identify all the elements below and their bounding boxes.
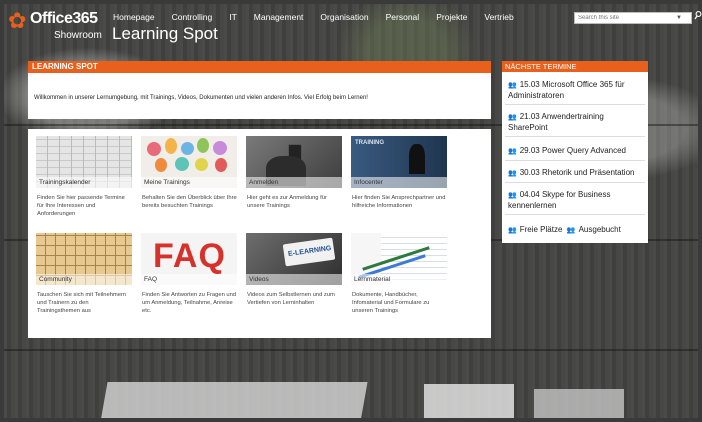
tile-label: Community: [36, 274, 132, 285]
tile-label: Infocenter: [351, 177, 447, 188]
tile-meine-trainings[interactable]: Meine Trainings Behalten Sie den Überbli…: [141, 136, 237, 210]
event-item[interactable]: 👥 29.03 Power Query Advanced: [505, 142, 645, 161]
tile-anmelden[interactable]: Anmelden Hier geht es zur Anmeldung für …: [246, 136, 342, 210]
tile-description: Videos zum Selbstlernen und zum Vertiefe…: [247, 292, 335, 306]
tile-description: Dokumente, Handbücher, Infomaterial und …: [352, 292, 430, 314]
tile-videos[interactable]: E-LEARNING Videos Videos zum Selbstlerne…: [246, 233, 342, 307]
brand-name: Office365: [30, 10, 98, 27]
elearning-image: E-LEARNING Videos: [246, 233, 342, 285]
nav-it[interactable]: IT: [229, 12, 237, 22]
tile-description: Tauschen Sie sich mit Teilnehmern und Tr…: [37, 292, 127, 314]
event-text: 15.03 Microsoft Office 365 für Administr…: [508, 80, 625, 100]
learning-spot-heading: LEARNING SPOT: [28, 61, 491, 73]
tile-community[interactable]: Community Tauschen Sie sich mit Teilnehm…: [36, 233, 132, 315]
naechste-termine-heading: NÄCHSTE TERMINE: [502, 61, 648, 72]
legend-free-label: Freie Plätze: [519, 225, 563, 234]
nav-personal[interactable]: Personal: [386, 12, 420, 22]
tile-faq[interactable]: FAQ FAQ Finden Sie Antworten zu Fragen u…: [141, 233, 237, 315]
search-icon[interactable]: [694, 10, 702, 22]
people-booked-icon: 👥: [508, 114, 517, 121]
people-booked-icon: 👥: [566, 227, 576, 234]
event-text: 30.03 Rhetorik und Präsentation: [519, 168, 635, 177]
people-free-icon: 👥: [508, 82, 517, 89]
event-item[interactable]: 👥 21.03 Anwendertraining SharePoint: [505, 108, 645, 137]
chevron-down-icon[interactable]: ▼: [675, 15, 683, 21]
brand-subtitle: Showroom: [54, 30, 102, 41]
tile-description: Behalten Sie den Überblick über Ihre ber…: [142, 195, 237, 209]
nav-projekte[interactable]: Projekte: [436, 12, 467, 22]
event-item[interactable]: 👥 04.04 Skype for Business kennenlernen: [505, 186, 645, 215]
tile-description: Hier geht es zur Anmeldung für unsere Tr…: [247, 195, 327, 209]
tile-lernmaterial[interactable]: Lernmaterial Dokumente, Handbücher, Info…: [351, 233, 447, 315]
availability-legend: 👥 Freie Plätze 👥 Ausgebucht: [508, 225, 621, 234]
search-box: ▼: [574, 12, 692, 24]
people-free-icon: 👥: [508, 148, 517, 155]
people-free-icon: 👥: [508, 170, 517, 177]
top-navigation: Homepage Controlling IT Management Organ…: [113, 12, 531, 22]
event-item[interactable]: 👥 30.03 Rhetorik und Präsentation: [505, 164, 645, 183]
welcome-text: Willkommen in unserer Lernumgebung, mit …: [28, 73, 491, 119]
tile-description: Finden Sie Antworten zu Fragen und um An…: [142, 292, 237, 314]
infocenter-image: TRAINING Infocenter: [351, 136, 447, 188]
tile-label: Trainingskalender: [36, 177, 132, 188]
nav-homepage[interactable]: Homepage: [113, 12, 155, 22]
phone-image: Anmelden: [246, 136, 342, 188]
notebook-pen-image: Lernmaterial: [351, 233, 447, 285]
nav-controlling[interactable]: Controlling: [172, 12, 213, 22]
office365-logo[interactable]: ✿ Office365 Showroom: [8, 10, 108, 46]
tile-label: Anmelden: [246, 177, 342, 188]
tile-label: Lernmaterial: [351, 274, 447, 285]
people-free-icon: 👥: [508, 227, 517, 234]
faq-image: FAQ FAQ: [141, 233, 237, 285]
legend-booked-label: Ausgebucht: [578, 225, 621, 234]
nav-organisation[interactable]: Organisation: [320, 12, 368, 22]
tile-label: Videos: [246, 274, 342, 285]
tile-label: FAQ: [141, 274, 237, 285]
event-text: 04.04 Skype for Business kennenlernen: [508, 190, 611, 210]
infocenter-image-text: TRAINING: [355, 140, 384, 146]
tile-grid: Trainingskalender Finden Sie hier passen…: [28, 129, 491, 338]
nav-management[interactable]: Management: [254, 12, 304, 22]
flower-logo-icon: ✿: [8, 8, 27, 33]
calendar-image: Trainingskalender: [36, 136, 132, 188]
site-title: Learning Spot: [112, 24, 218, 43]
tile-label: Meine Trainings: [141, 177, 237, 188]
hands-image: Meine Trainings: [141, 136, 237, 188]
letter-cubes-image: Community: [36, 233, 132, 285]
tile-description: Finden Sie hier passende Termine für Ihr…: [37, 195, 125, 217]
tile-description: Hier finden Sie Ansprechpartner und hilf…: [352, 195, 446, 209]
tile-infocenter[interactable]: TRAINING Infocenter Hier finden Sie Ansp…: [351, 136, 447, 210]
event-text: 29.03 Power Query Advanced: [519, 146, 627, 155]
event-text: 21.03 Anwendertraining SharePoint: [508, 112, 604, 132]
search-input[interactable]: [575, 13, 675, 23]
nav-vertrieb[interactable]: Vertrieb: [484, 12, 513, 22]
tile-trainingskalender[interactable]: Trainingskalender Finden Sie hier passen…: [36, 136, 132, 218]
people-free-icon: 👥: [508, 192, 517, 199]
event-item[interactable]: 👥 15.03 Microsoft Office 365 für Administ…: [505, 76, 645, 105]
faq-image-text: FAQ: [153, 237, 226, 275]
upcoming-events-list: 👥 15.03 Microsoft Office 365 für Administ…: [502, 72, 648, 243]
